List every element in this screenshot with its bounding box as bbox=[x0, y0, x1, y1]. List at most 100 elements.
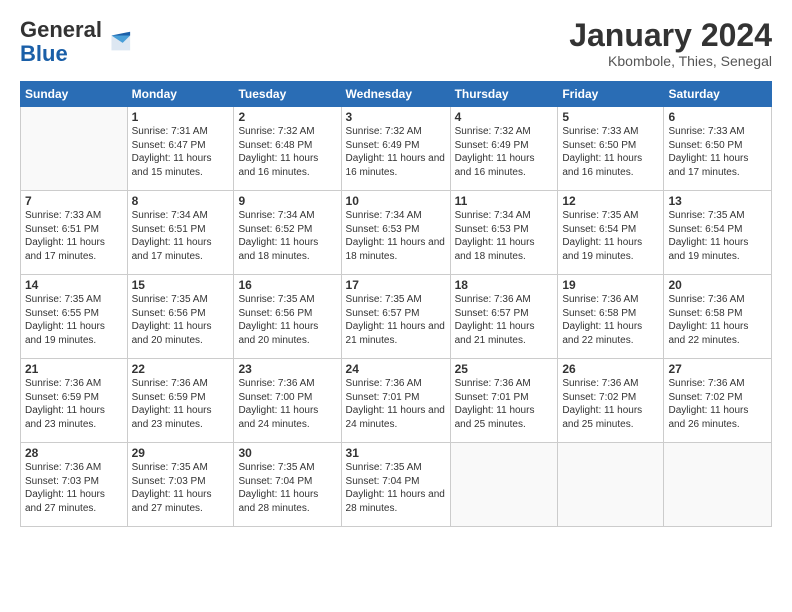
day-number: 7 bbox=[25, 194, 123, 208]
day-info: Sunrise: 7:36 AMSunset: 7:02 PMDaylight:… bbox=[668, 377, 767, 431]
day-info: Sunrise: 7:36 AMSunset: 7:03 PMDaylight:… bbox=[25, 461, 123, 515]
day-number: 11 bbox=[455, 194, 554, 208]
header-saturday: Saturday bbox=[664, 82, 772, 107]
header-sunday: Sunday bbox=[21, 82, 128, 107]
calendar-cell: 11Sunrise: 7:34 AMSunset: 6:53 PMDayligh… bbox=[450, 191, 558, 275]
calendar-cell: 13Sunrise: 7:35 AMSunset: 6:54 PMDayligh… bbox=[664, 191, 772, 275]
day-info: Sunrise: 7:36 AMSunset: 6:59 PMDaylight:… bbox=[132, 377, 230, 431]
day-info: Sunrise: 7:36 AMSunset: 7:02 PMDaylight:… bbox=[562, 377, 659, 431]
day-number: 31 bbox=[346, 446, 446, 460]
day-number: 27 bbox=[668, 362, 767, 376]
day-number: 24 bbox=[346, 362, 446, 376]
logo: General Blue bbox=[20, 18, 132, 66]
day-info: Sunrise: 7:35 AMSunset: 6:54 PMDaylight:… bbox=[562, 209, 659, 263]
calendar-cell: 5Sunrise: 7:33 AMSunset: 6:50 PMDaylight… bbox=[558, 107, 664, 191]
day-info: Sunrise: 7:36 AMSunset: 6:57 PMDaylight:… bbox=[455, 293, 554, 347]
calendar-cell: 30Sunrise: 7:35 AMSunset: 7:04 PMDayligh… bbox=[234, 443, 341, 527]
calendar-cell: 23Sunrise: 7:36 AMSunset: 7:00 PMDayligh… bbox=[234, 359, 341, 443]
calendar-cell: 22Sunrise: 7:36 AMSunset: 6:59 PMDayligh… bbox=[127, 359, 234, 443]
header-tuesday: Tuesday bbox=[234, 82, 341, 107]
day-number: 12 bbox=[562, 194, 659, 208]
day-info: Sunrise: 7:32 AMSunset: 6:48 PMDaylight:… bbox=[238, 125, 336, 179]
day-info: Sunrise: 7:32 AMSunset: 6:49 PMDaylight:… bbox=[346, 125, 446, 179]
day-number: 26 bbox=[562, 362, 659, 376]
calendar-cell: 25Sunrise: 7:36 AMSunset: 7:01 PMDayligh… bbox=[450, 359, 558, 443]
calendar-cell: 15Sunrise: 7:35 AMSunset: 6:56 PMDayligh… bbox=[127, 275, 234, 359]
week-row-0: 1Sunrise: 7:31 AMSunset: 6:47 PMDaylight… bbox=[21, 107, 772, 191]
header-monday: Monday bbox=[127, 82, 234, 107]
day-number: 5 bbox=[562, 110, 659, 124]
week-row-2: 14Sunrise: 7:35 AMSunset: 6:55 PMDayligh… bbox=[21, 275, 772, 359]
day-info: Sunrise: 7:35 AMSunset: 6:56 PMDaylight:… bbox=[238, 293, 336, 347]
calendar-cell: 27Sunrise: 7:36 AMSunset: 7:02 PMDayligh… bbox=[664, 359, 772, 443]
day-info: Sunrise: 7:35 AMSunset: 6:57 PMDaylight:… bbox=[346, 293, 446, 347]
day-number: 18 bbox=[455, 278, 554, 292]
day-number: 4 bbox=[455, 110, 554, 124]
calendar-cell: 7Sunrise: 7:33 AMSunset: 6:51 PMDaylight… bbox=[21, 191, 128, 275]
calendar-cell: 2Sunrise: 7:32 AMSunset: 6:48 PMDaylight… bbox=[234, 107, 341, 191]
calendar-table: Sunday Monday Tuesday Wednesday Thursday… bbox=[20, 81, 772, 527]
logo-general: General bbox=[20, 17, 102, 42]
day-number: 28 bbox=[25, 446, 123, 460]
day-info: Sunrise: 7:36 AMSunset: 6:58 PMDaylight:… bbox=[668, 293, 767, 347]
week-row-4: 28Sunrise: 7:36 AMSunset: 7:03 PMDayligh… bbox=[21, 443, 772, 527]
logo-text: General Blue bbox=[20, 18, 102, 66]
day-number: 6 bbox=[668, 110, 767, 124]
day-number: 17 bbox=[346, 278, 446, 292]
days-header-row: Sunday Monday Tuesday Wednesday Thursday… bbox=[21, 82, 772, 107]
day-info: Sunrise: 7:35 AMSunset: 7:03 PMDaylight:… bbox=[132, 461, 230, 515]
calendar-cell: 4Sunrise: 7:32 AMSunset: 6:49 PMDaylight… bbox=[450, 107, 558, 191]
title-block: January 2024 Kbombole, Thies, Senegal bbox=[569, 18, 772, 69]
day-number: 29 bbox=[132, 446, 230, 460]
day-info: Sunrise: 7:35 AMSunset: 7:04 PMDaylight:… bbox=[346, 461, 446, 515]
calendar-cell: 26Sunrise: 7:36 AMSunset: 7:02 PMDayligh… bbox=[558, 359, 664, 443]
day-number: 21 bbox=[25, 362, 123, 376]
day-info: Sunrise: 7:33 AMSunset: 6:50 PMDaylight:… bbox=[668, 125, 767, 179]
day-number: 25 bbox=[455, 362, 554, 376]
day-info: Sunrise: 7:34 AMSunset: 6:53 PMDaylight:… bbox=[455, 209, 554, 263]
calendar-title: January 2024 bbox=[569, 18, 772, 53]
day-number: 8 bbox=[132, 194, 230, 208]
calendar-cell bbox=[21, 107, 128, 191]
day-number: 2 bbox=[238, 110, 336, 124]
calendar-cell: 18Sunrise: 7:36 AMSunset: 6:57 PMDayligh… bbox=[450, 275, 558, 359]
calendar-cell: 19Sunrise: 7:36 AMSunset: 6:58 PMDayligh… bbox=[558, 275, 664, 359]
calendar-cell bbox=[450, 443, 558, 527]
calendar-cell: 1Sunrise: 7:31 AMSunset: 6:47 PMDaylight… bbox=[127, 107, 234, 191]
day-info: Sunrise: 7:36 AMSunset: 6:58 PMDaylight:… bbox=[562, 293, 659, 347]
day-number: 14 bbox=[25, 278, 123, 292]
calendar-cell: 29Sunrise: 7:35 AMSunset: 7:03 PMDayligh… bbox=[127, 443, 234, 527]
calendar-cell bbox=[664, 443, 772, 527]
week-row-3: 21Sunrise: 7:36 AMSunset: 6:59 PMDayligh… bbox=[21, 359, 772, 443]
week-row-1: 7Sunrise: 7:33 AMSunset: 6:51 PMDaylight… bbox=[21, 191, 772, 275]
day-info: Sunrise: 7:33 AMSunset: 6:51 PMDaylight:… bbox=[25, 209, 123, 263]
calendar-cell: 21Sunrise: 7:36 AMSunset: 6:59 PMDayligh… bbox=[21, 359, 128, 443]
day-number: 23 bbox=[238, 362, 336, 376]
day-info: Sunrise: 7:35 AMSunset: 6:54 PMDaylight:… bbox=[668, 209, 767, 263]
day-number: 30 bbox=[238, 446, 336, 460]
day-number: 9 bbox=[238, 194, 336, 208]
day-number: 16 bbox=[238, 278, 336, 292]
header: General Blue January 2024 Kbombole, Thie… bbox=[20, 18, 772, 69]
day-info: Sunrise: 7:36 AMSunset: 6:59 PMDaylight:… bbox=[25, 377, 123, 431]
header-friday: Friday bbox=[558, 82, 664, 107]
day-number: 19 bbox=[562, 278, 659, 292]
day-number: 20 bbox=[668, 278, 767, 292]
day-info: Sunrise: 7:35 AMSunset: 6:55 PMDaylight:… bbox=[25, 293, 123, 347]
calendar-cell: 14Sunrise: 7:35 AMSunset: 6:55 PMDayligh… bbox=[21, 275, 128, 359]
calendar-subtitle: Kbombole, Thies, Senegal bbox=[569, 53, 772, 69]
calendar-cell: 20Sunrise: 7:36 AMSunset: 6:58 PMDayligh… bbox=[664, 275, 772, 359]
day-info: Sunrise: 7:33 AMSunset: 6:50 PMDaylight:… bbox=[562, 125, 659, 179]
day-number: 15 bbox=[132, 278, 230, 292]
calendar-cell bbox=[558, 443, 664, 527]
day-info: Sunrise: 7:34 AMSunset: 6:53 PMDaylight:… bbox=[346, 209, 446, 263]
day-number: 13 bbox=[668, 194, 767, 208]
calendar-cell: 3Sunrise: 7:32 AMSunset: 6:49 PMDaylight… bbox=[341, 107, 450, 191]
day-info: Sunrise: 7:36 AMSunset: 7:01 PMDaylight:… bbox=[455, 377, 554, 431]
logo-blue: Blue bbox=[20, 41, 68, 66]
day-number: 22 bbox=[132, 362, 230, 376]
calendar-cell: 8Sunrise: 7:34 AMSunset: 6:51 PMDaylight… bbox=[127, 191, 234, 275]
calendar-cell: 10Sunrise: 7:34 AMSunset: 6:53 PMDayligh… bbox=[341, 191, 450, 275]
day-info: Sunrise: 7:31 AMSunset: 6:47 PMDaylight:… bbox=[132, 125, 230, 179]
day-info: Sunrise: 7:34 AMSunset: 6:51 PMDaylight:… bbox=[132, 209, 230, 263]
